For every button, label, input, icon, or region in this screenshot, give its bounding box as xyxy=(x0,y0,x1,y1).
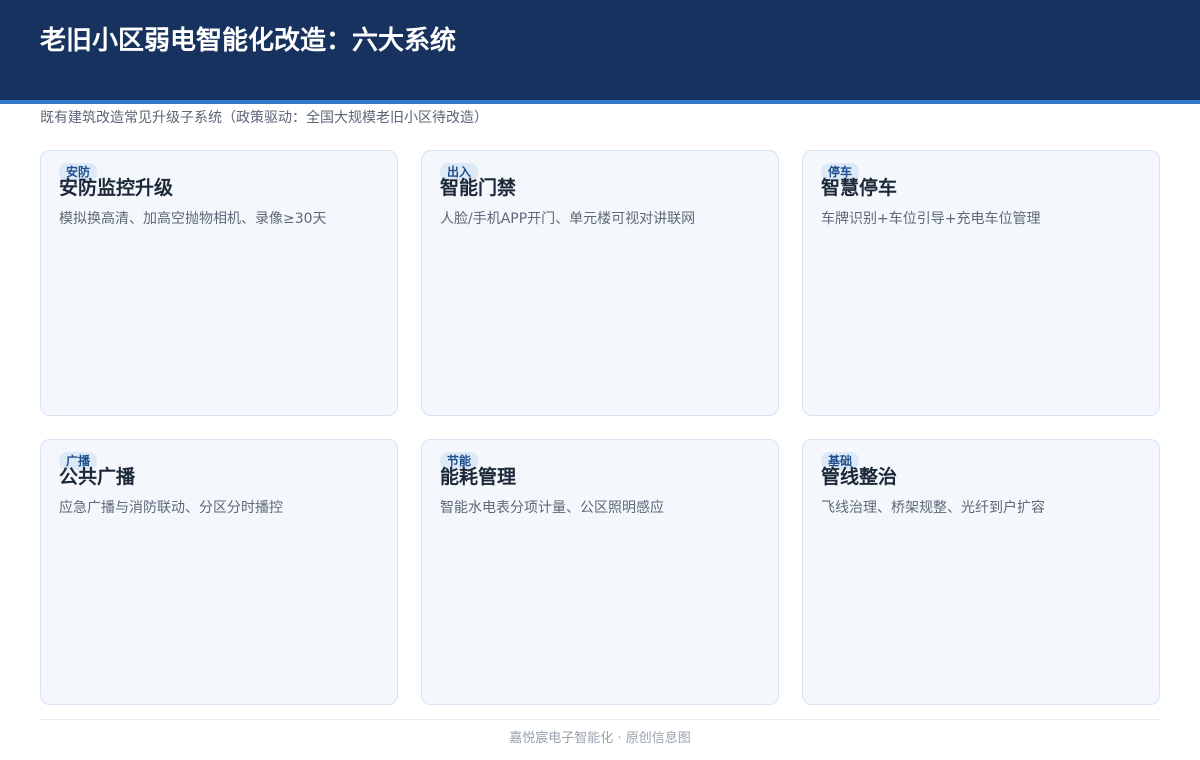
system-card-broadcast: 广播 公共广播 应急广播与消防联动、分区分时播控 xyxy=(40,439,398,705)
system-card-security: 安防 安防监控升级 模拟换高清、加高空抛物相机、录像≥30天 xyxy=(40,150,398,416)
card-title: 能耗管理 xyxy=(440,466,517,488)
card-description: 智能水电表分项计量、公区照明感应 xyxy=(440,500,664,516)
system-card-grid: 安防 安防监控升级 模拟换高清、加高空抛物相机、录像≥30天 出入 智能门禁 人… xyxy=(40,150,1160,705)
card-description: 车牌识别+车位引导+充电车位管理 xyxy=(821,211,1041,227)
card-title: 管线整治 xyxy=(821,466,898,488)
card-description: 人脸/手机APP开门、单元楼可视对讲联网 xyxy=(440,211,696,227)
card-title: 公共广播 xyxy=(59,466,136,488)
system-card-energy: 节能 能耗管理 智能水电表分项计量、公区照明感应 xyxy=(421,439,779,705)
card-description: 模拟换高清、加高空抛物相机、录像≥30天 xyxy=(59,211,327,227)
system-card-parking: 停车 智慧停车 车牌识别+车位引导+充电车位管理 xyxy=(802,150,1160,416)
header-accent-bar xyxy=(0,100,1200,104)
footer-credit: 嘉悦宸电子智能化 · 原创信息图 xyxy=(509,731,691,746)
header-banner: 老旧小区弱电智能化改造：六大系统 xyxy=(0,0,1200,100)
system-card-access-control: 出入 智能门禁 人脸/手机APP开门、单元楼可视对讲联网 xyxy=(421,150,779,416)
system-card-cabling: 基础 管线整治 飞线治理、桥架规整、光纤到户扩容 xyxy=(802,439,1160,705)
page-title: 老旧小区弱电智能化改造：六大系统 xyxy=(40,26,457,56)
page-subtitle: 既有建筑改造常见升级子系统（政策驱动：全国大规模老旧小区待改造） xyxy=(40,110,488,126)
footer-divider xyxy=(40,719,1160,720)
card-title: 安防监控升级 xyxy=(59,177,174,199)
card-description: 应急广播与消防联动、分区分时播控 xyxy=(59,500,283,516)
card-description: 飞线治理、桥架规整、光纤到户扩容 xyxy=(821,500,1045,516)
card-title: 智能门禁 xyxy=(440,177,517,199)
card-title: 智慧停车 xyxy=(821,177,898,199)
